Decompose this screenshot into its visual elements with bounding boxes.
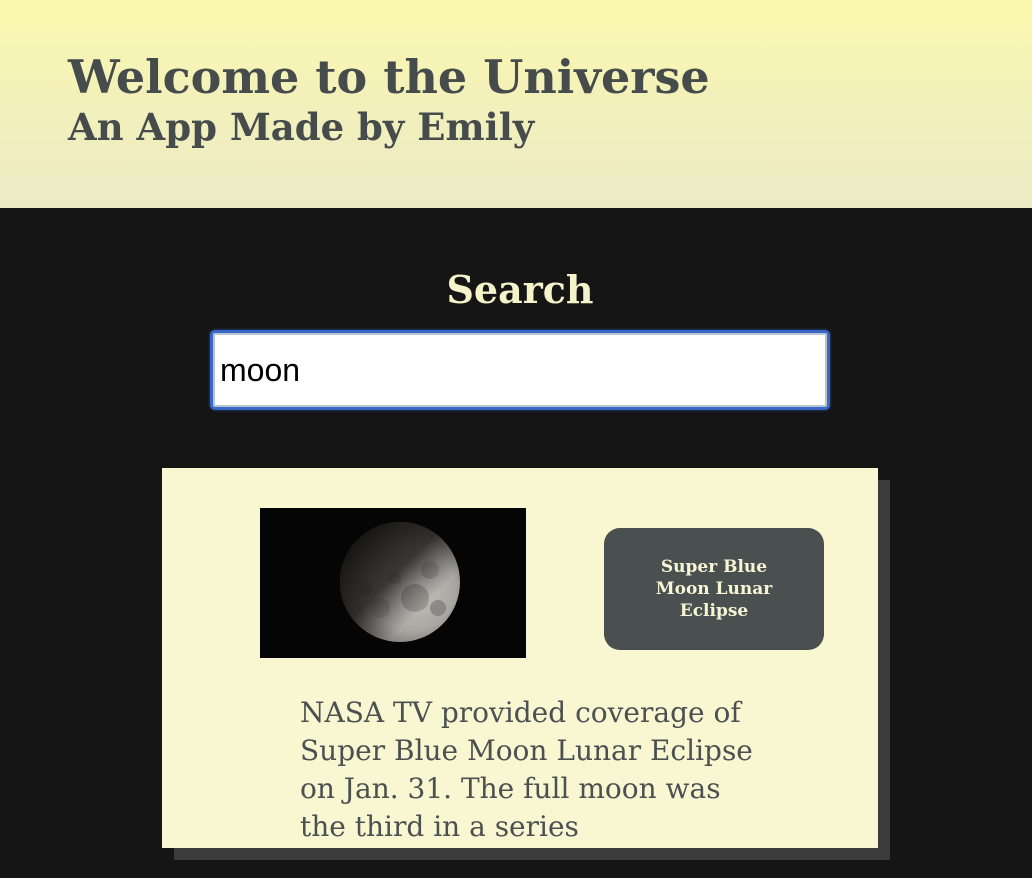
main-content: Search moon Super Blue Moon Lunar Eclips… <box>0 208 1032 878</box>
result-title-button[interactable]: Super Blue Moon Lunar Eclipse <box>604 528 824 650</box>
app-header: Welcome to the Universe An App Made by E… <box>0 0 1032 208</box>
page-subtitle: An App Made by Emily <box>68 105 535 149</box>
moon-image <box>260 508 526 658</box>
result-description: NASA TV provided coverage of Super Blue … <box>300 696 753 843</box>
search-input[interactable] <box>210 330 830 410</box>
page-title: Welcome to the Universe <box>68 50 710 104</box>
search-label: Search <box>446 267 594 312</box>
moon-image-graphic <box>260 508 526 658</box>
result-card: Super Blue Moon Lunar Eclipse NASA TV pr… <box>162 468 878 848</box>
